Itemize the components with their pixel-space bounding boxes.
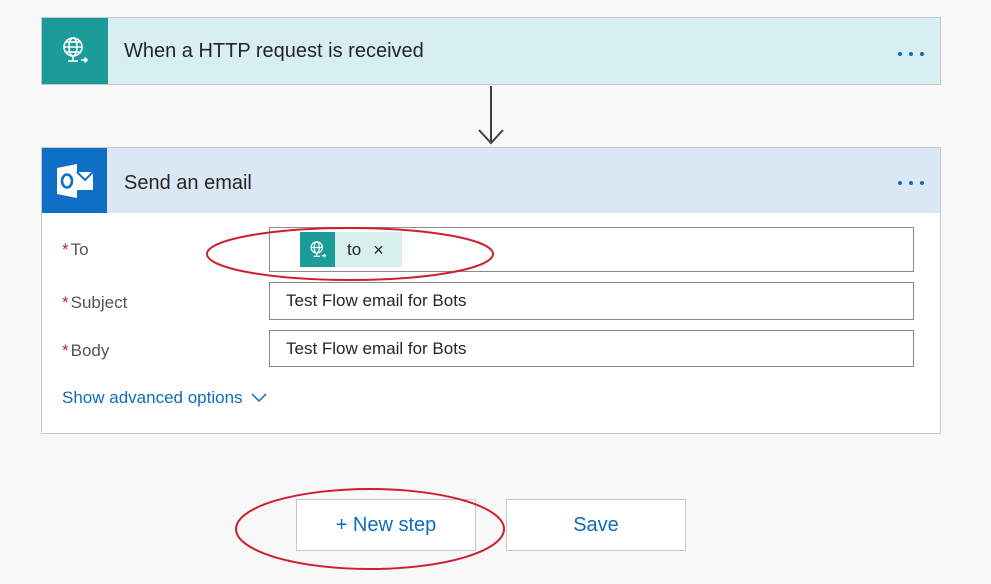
subject-label-text: Subject	[70, 293, 128, 312]
send-email-card-header[interactable]: Send an email	[42, 148, 940, 213]
body-label: * Body	[62, 341, 109, 361]
remove-token-button[interactable]: ×	[373, 241, 384, 259]
send-email-card: Send an email * To to × * Subject Test F…	[41, 147, 941, 434]
action-title: Send an email	[124, 172, 252, 194]
trigger-more-options-button[interactable]	[898, 52, 924, 56]
to-token[interactable]: to ×	[300, 232, 402, 267]
trigger-title: When a HTTP request is received	[124, 40, 424, 62]
dot-icon	[920, 52, 924, 56]
body-field[interactable]: Test Flow email for Bots	[269, 330, 914, 367]
token-icon-tile	[300, 232, 335, 267]
outlook-icon-tile	[42, 148, 107, 213]
advanced-options-label: Show advanced options	[62, 388, 243, 407]
subject-label: * Subject	[62, 293, 127, 313]
globe-request-icon	[63, 37, 89, 64]
required-marker: *	[62, 240, 69, 259]
action-more-options-button[interactable]	[898, 181, 924, 185]
chevron-down-icon	[251, 393, 267, 403]
to-label-text: To	[70, 240, 89, 259]
required-marker: *	[62, 293, 69, 312]
trigger-card[interactable]: When a HTTP request is received	[41, 17, 941, 85]
token-label: to	[347, 239, 362, 259]
to-label: * To	[62, 240, 89, 260]
new-step-button[interactable]: + New step	[296, 499, 476, 551]
outlook-icon	[56, 163, 94, 198]
show-advanced-options-link[interactable]: Show advanced options	[62, 388, 267, 408]
down-arrow-connector-icon	[478, 86, 504, 145]
body-label-text: Body	[70, 341, 110, 360]
to-field[interactable]: to ×	[269, 227, 914, 272]
dot-icon	[920, 181, 924, 185]
save-button[interactable]: Save	[506, 499, 686, 551]
dot-icon	[898, 181, 902, 185]
globe-request-icon	[310, 240, 326, 258]
dot-icon	[909, 52, 913, 56]
dot-icon	[909, 181, 913, 185]
subject-value: Test Flow email for Bots	[286, 291, 467, 310]
subject-field[interactable]: Test Flow email for Bots	[269, 282, 914, 320]
dot-icon	[898, 52, 902, 56]
required-marker: *	[62, 341, 69, 360]
body-value: Test Flow email for Bots	[286, 338, 467, 358]
trigger-icon-tile	[42, 18, 108, 84]
